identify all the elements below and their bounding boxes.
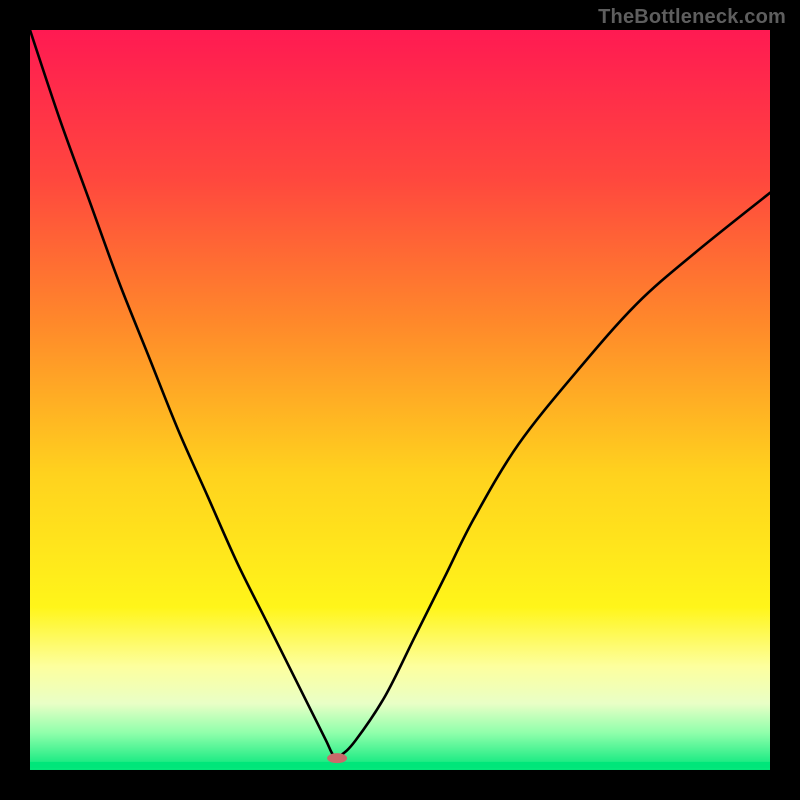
plot-svg [30, 30, 770, 770]
min-point-marker [327, 753, 347, 763]
watermark-text: TheBottleneck.com [598, 6, 786, 29]
chart-frame: TheBottleneck.com [0, 0, 800, 800]
bottleneck-plot [30, 30, 770, 770]
gradient-background [30, 30, 770, 770]
